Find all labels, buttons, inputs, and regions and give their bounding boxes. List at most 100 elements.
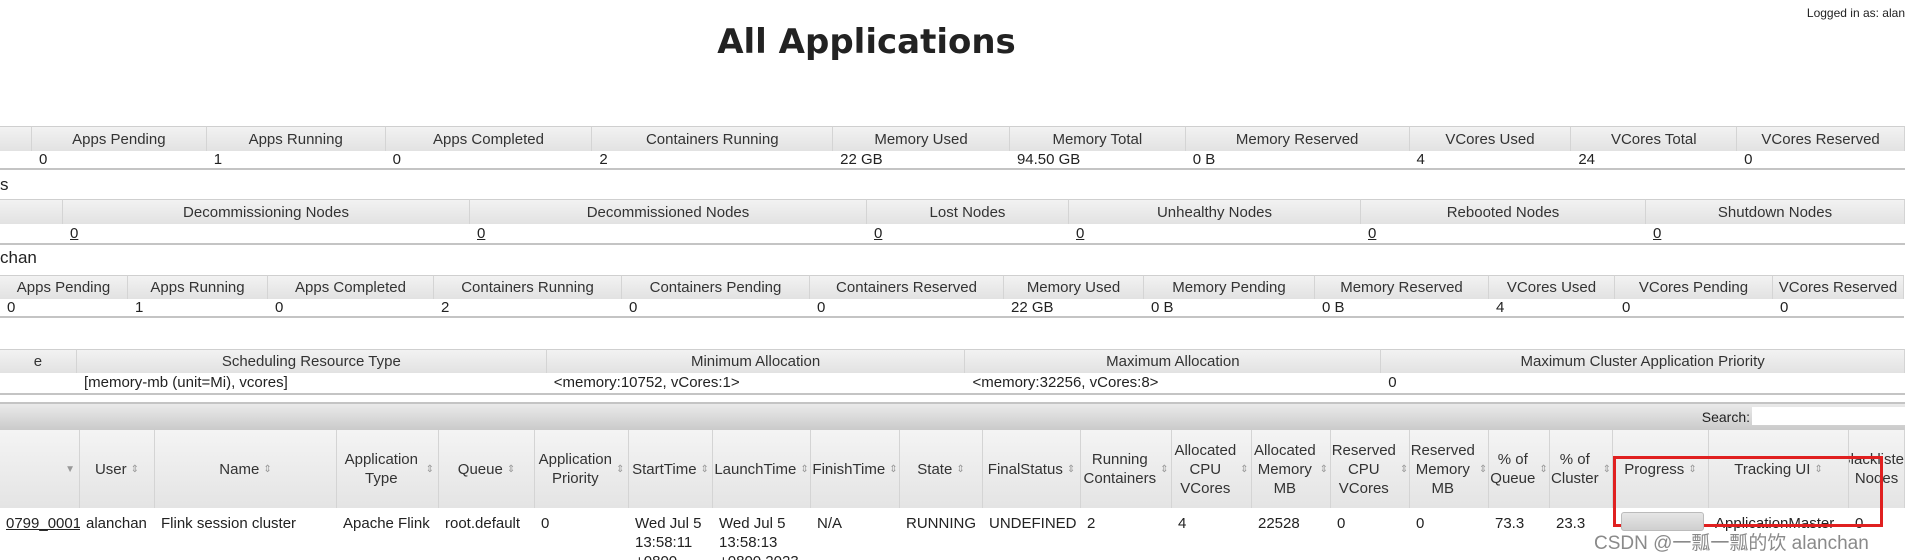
sort-icon[interactable]: ⇕ (701, 460, 709, 479)
column-header-sortable[interactable]: Application Type ⇕ (337, 430, 439, 508)
column-header[interactable]: Memory Used (833, 126, 1010, 151)
column-header[interactable]: Decommissioned Nodes (470, 199, 867, 224)
column-header[interactable]: Maximum Cluster Application Priority (1381, 349, 1905, 373)
header-row: Apps Pending Apps Running Apps Completed Co… (0, 126, 1905, 151)
column-header-sortable[interactable]: % of Cluster ⇕ (1550, 430, 1613, 508)
sort-icon[interactable]: ⇕ (1320, 460, 1328, 479)
cell-link[interactable]: 0 (1076, 225, 1084, 242)
column-header[interactable]: Lost Nodes (867, 199, 1069, 224)
cell-link[interactable]: 0 (477, 225, 485, 242)
cell-link[interactable]: 0 (874, 225, 882, 242)
table-cell: UNDEFINED (983, 508, 1081, 560)
cell-link[interactable]: 0 (1653, 225, 1661, 242)
table-cell (0, 224, 63, 245)
table-cell: 24 (1571, 151, 1738, 170)
sort-icon[interactable]: ⇕ (1603, 460, 1611, 479)
column-header[interactable]: VCores Used (1489, 275, 1615, 299)
column-header[interactable]: Scheduling Resource Type (76, 349, 547, 373)
cell-value: Wed Jul 5 13:58:11 +0800 (635, 515, 702, 560)
sort-icon[interactable]: ⇕ (956, 460, 964, 479)
column-header[interactable]: Apps Completed (268, 275, 434, 299)
column-header-label: State (917, 460, 953, 478)
column-header-sortable[interactable]: Reserved CPU VCores ⇕ (1331, 430, 1410, 508)
table-cell[interactable]: 0 (470, 224, 867, 245)
cell-value: 4 (1416, 151, 1425, 168)
column-header[interactable]: VCores Pending (1615, 275, 1773, 299)
column-header[interactable]: Containers Reserved (810, 275, 1004, 299)
column-header-label: Allocated CPU VCores (1174, 441, 1237, 497)
sort-icon[interactable]: ⇕ (1067, 460, 1075, 479)
column-header[interactable]: e (0, 349, 77, 373)
column-header[interactable]: Apps Running (128, 275, 268, 299)
column-header[interactable]: Containers Pending (622, 275, 810, 299)
column-header-sortable[interactable]: State ⇕ (900, 430, 983, 508)
sort-icon[interactable]: ⇕ (616, 460, 624, 479)
table-cell[interactable]: 0 (1361, 224, 1646, 245)
sort-icon[interactable]: ⇕ (131, 460, 139, 479)
column-header-sortable[interactable]: ▼ (0, 430, 80, 508)
cell-value: 0 (1337, 515, 1346, 532)
column-header-sortable[interactable]: FinishTime ⇕ (811, 430, 900, 508)
column-header-sortable[interactable]: % of Queue ⇕ (1489, 430, 1550, 508)
cell-value: 2 (441, 299, 450, 316)
cell-link[interactable]: 0 (70, 225, 78, 242)
table-cell[interactable]: 0 (867, 224, 1069, 245)
cell-link[interactable]: 0 (1368, 225, 1376, 242)
column-header[interactable]: Memory Total (1009, 126, 1186, 151)
column-header[interactable]: Containers Running (434, 275, 622, 299)
column-header[interactable]: Apps Pending (0, 275, 128, 299)
cell-value: 0 B (1192, 151, 1216, 168)
column-header-sortable[interactable]: Reserved Memory MB ⇕ (1410, 430, 1489, 508)
column-header-sortable[interactable]: Allocated CPU VCores ⇕ (1172, 430, 1252, 508)
column-header-sortable[interactable]: Running Containers ⇕ (1081, 430, 1172, 508)
sort-icon[interactable]: ⇕ (263, 460, 271, 479)
column-header[interactable]: Decommissioning Nodes (63, 199, 470, 224)
sort-icon[interactable]: ⇕ (1400, 460, 1408, 479)
column-header-sortable[interactable]: Name ⇕ (155, 430, 337, 508)
sort-icon[interactable]: ⇕ (426, 460, 434, 479)
column-header[interactable]: Shutdown Nodes (1646, 199, 1905, 224)
column-header-sortable[interactable]: FinalStatus ⇕ (983, 430, 1081, 508)
sort-icon[interactable]: ⇕ (1479, 460, 1487, 479)
column-header-sortable[interactable]: Application Priority ⇕ (535, 430, 629, 508)
column-header-sortable[interactable]: StartTime ⇕ (629, 430, 713, 508)
sort-icon[interactable]: ⇕ (507, 460, 515, 479)
table-cell[interactable]: 0799_0001 (0, 508, 80, 560)
application-id-link[interactable]: 0799_0001 (6, 515, 80, 532)
column-header[interactable]: Unhealthy Nodes (1069, 199, 1361, 224)
column-header[interactable]: Apps Pending (31, 126, 207, 151)
table-cell[interactable]: 0 (63, 224, 470, 245)
table-row: 0 1 0 2 0 0 22 GB 0 B 0 B 4 0 0 (0, 299, 1905, 318)
column-header[interactable]: Memory Used (1004, 275, 1144, 299)
table-cell[interactable]: 0 (1069, 224, 1361, 245)
column-header[interactable]: Apps Running (206, 126, 386, 151)
column-header-sortable[interactable]: LaunchTime ⇕ (713, 430, 811, 508)
sort-desc-icon[interactable]: ▼ (65, 460, 75, 479)
column-header-sortable[interactable]: User ⇕ (80, 430, 155, 508)
column-header[interactable]: Memory Reserved (1185, 126, 1410, 151)
column-header[interactable] (0, 126, 32, 151)
column-header[interactable]: Rebooted Nodes (1361, 199, 1646, 224)
column-header[interactable]: Maximum Allocation (965, 349, 1382, 373)
sort-icon[interactable]: ⇕ (1539, 460, 1547, 479)
sort-icon[interactable]: ⇕ (1240, 460, 1248, 479)
column-header[interactable]: Memory Pending (1144, 275, 1315, 299)
sort-icon[interactable]: ⇕ (1160, 460, 1168, 479)
sort-icon[interactable]: ⇕ (889, 460, 897, 479)
column-header[interactable]: VCores Total (1571, 126, 1738, 151)
table-cell: 1 (206, 151, 386, 170)
column-header[interactable]: VCores Used (1409, 126, 1572, 151)
column-header[interactable]: Apps Completed (385, 126, 593, 151)
column-header-sortable[interactable]: Queue ⇕ (439, 430, 535, 508)
column-header[interactable]: VCores Reserved (1773, 275, 1904, 299)
column-header[interactable]: VCores Reserved (1737, 126, 1905, 151)
column-header[interactable]: Minimum Allocation (546, 349, 966, 373)
cell-value: UNDEFINED (989, 515, 1077, 532)
column-header-sortable[interactable]: Allocated Memory MB ⇕ (1252, 430, 1331, 508)
column-header[interactable]: Memory Reserved (1315, 275, 1489, 299)
column-header[interactable] (0, 199, 63, 224)
table-cell[interactable]: 0 (1646, 224, 1905, 245)
column-header[interactable]: Containers Running (592, 126, 834, 151)
sort-icon[interactable]: ⇕ (800, 460, 808, 479)
search-input[interactable] (1752, 407, 1905, 425)
